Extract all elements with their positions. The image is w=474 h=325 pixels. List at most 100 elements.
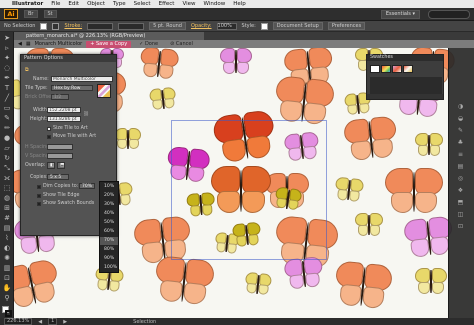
shape-builder-icon[interactable]: ◍ [2,194,12,203]
bridge-button[interactable]: Br [24,10,38,18]
tile-tool-icon[interactable]: ⧉ [25,67,28,73]
transparency-icon[interactable]: ◎ [455,174,466,183]
mesh-icon[interactable]: # [2,214,12,223]
paintbrush-icon[interactable]: ✎ [2,114,12,123]
h-spacing-field[interactable] [47,144,73,150]
menu-effect[interactable]: Effect [159,1,175,7]
hand-icon[interactable]: ✋ [2,284,12,293]
tile-type-dropdown[interactable]: Hex by Row [51,85,93,91]
stroke-icon[interactable]: ≡ [455,150,466,159]
dim-option[interactable]: 100% [100,264,118,272]
variable-width-field[interactable] [118,22,145,30]
preferences-button[interactable]: Preferences [327,22,366,30]
link-dimensions-icon[interactable]: ⛓ [83,112,89,117]
menu-type[interactable]: Type [113,1,126,7]
document-tab[interactable]: pattern_monarch.ai* @ 226.13% (RGB/Previ… [14,32,204,40]
symbols-icon[interactable]: ♣ [455,138,466,147]
menu-window[interactable]: Window [204,1,226,7]
pattern-name-field[interactable]: Monarch Multicolor [51,76,113,82]
artboard-nav-icon[interactable]: ◀ [38,319,42,325]
height-field[interactable]: 131.8286 pt [47,116,81,122]
color-guide-icon[interactable]: ◒ [455,114,466,123]
artboards-icon[interactable]: ⊡ [455,222,466,231]
magic-wand-icon[interactable]: ✦ [2,54,12,63]
pencil-icon[interactable]: ✏ [2,124,12,133]
cancel-button[interactable]: ⊘ Cancel [166,41,197,48]
workspace-switcher[interactable]: Essentials ▾ [380,10,420,19]
overlap-left-button[interactable]: ◧ [47,162,55,169]
rectangle-tool-icon[interactable]: ▭ [2,104,12,113]
show-swatch-bounds-checkbox[interactable] [37,202,41,206]
swatch-pattern-a[interactable] [381,65,391,73]
gradient-panel-icon[interactable]: ▤ [455,162,466,171]
done-button[interactable]: ✓ Done [135,41,162,48]
artboard-number-field[interactable]: 1 [48,318,58,325]
dim-option-selected[interactable]: 70% [100,237,118,245]
dim-copies-dropdown[interactable]: 70% [79,183,95,189]
graphic-style-swatch[interactable] [260,22,268,30]
gradient-icon[interactable]: ▤ [2,224,12,233]
dim-option[interactable]: 30% [100,201,118,209]
menu-illustrator[interactable]: Illustrator [12,1,43,7]
dim-option[interactable]: 50% [100,219,118,227]
pen-tool-icon[interactable]: ✒ [2,74,12,83]
size-tile-to-art-checkbox[interactable] [47,127,51,131]
dim-option[interactable]: 40% [100,210,118,218]
free-transform-icon[interactable]: ⬚ [2,184,12,193]
menu-object[interactable]: Object [87,1,105,7]
show-tile-edge-checkbox[interactable] [37,194,41,198]
stroke-swatch[interactable] [52,22,60,30]
rotate-icon[interactable]: ↻ [2,154,12,163]
graph-icon[interactable]: ▥ [2,264,12,273]
stock-button[interactable]: St [43,10,57,18]
blend-icon[interactable]: ◐ [2,244,12,253]
width-field[interactable]: 152.2208 pt [47,107,81,113]
blob-brush-icon[interactable]: ● [2,134,12,143]
layers-icon[interactable]: ◫ [455,210,466,219]
v-spacing-field[interactable] [47,153,73,159]
width-tool-icon[interactable]: ⟗ [2,174,12,183]
opacity-field[interactable]: 100% [216,22,237,30]
eyedropper-icon[interactable]: ⌇ [2,234,12,243]
swatch-pattern-b[interactable] [392,65,402,73]
fill-swatch[interactable] [40,22,48,30]
current-tool-status[interactable]: Selection [133,319,156,325]
menu-help[interactable]: Help [233,1,246,7]
appearance-icon[interactable]: ❖ [455,186,466,195]
symbol-sprayer-icon[interactable]: ✺ [2,254,12,263]
swatch-white[interactable] [370,65,380,73]
artboard-next-icon[interactable]: ▶ [63,319,67,325]
brick-offset-dropdown[interactable]: 1/2 [51,94,69,100]
brushes-icon[interactable]: ✎ [455,126,466,135]
eraser-icon[interactable]: ▱ [2,144,12,153]
zoom-field[interactable]: 226.13% [4,318,33,325]
swatch-pattern-c[interactable] [403,65,413,73]
dim-copies-checkbox[interactable] [37,185,41,189]
lasso-icon[interactable]: ◌ [2,64,12,73]
opacity-link[interactable]: Opacity: [191,23,212,29]
line-tool-icon[interactable]: ╱ [2,94,12,103]
dim-option[interactable]: 80% [100,246,118,254]
color-panel-icon[interactable]: ◑ [455,102,466,111]
menu-view[interactable]: View [182,1,195,7]
perspective-grid-icon[interactable]: ⊞ [2,204,12,213]
stroke-weight-field[interactable] [87,22,114,30]
artboard-icon[interactable]: ⊡ [2,274,12,283]
type-tool-icon[interactable]: T [2,84,12,93]
document-setup-button[interactable]: Document Setup [272,22,323,30]
move-tile-with-art-checkbox[interactable] [47,135,51,139]
save-copy-button[interactable]: + Save a Copy [86,40,132,48]
graphic-styles-icon[interactable]: ⬒ [455,198,466,207]
selection-tool-icon[interactable]: ➤ [2,34,12,43]
swatches-list[interactable] [370,77,442,95]
overlap-top-button[interactable]: ⬒ [57,162,65,169]
brush-definition-dropdown[interactable]: 5 pt. Round [149,22,186,30]
menu-select[interactable]: Select [134,1,151,7]
pattern-tile-boundary[interactable] [171,120,327,260]
back-arrow-icon[interactable]: ◀ [18,41,22,47]
stroke-color-icon[interactable] [5,310,12,317]
menu-edit[interactable]: Edit [68,1,79,7]
dim-option[interactable]: 20% [100,192,118,200]
stroke-link[interactable]: Stroke: [64,23,82,29]
zoom-icon[interactable]: ⚲ [2,294,12,303]
